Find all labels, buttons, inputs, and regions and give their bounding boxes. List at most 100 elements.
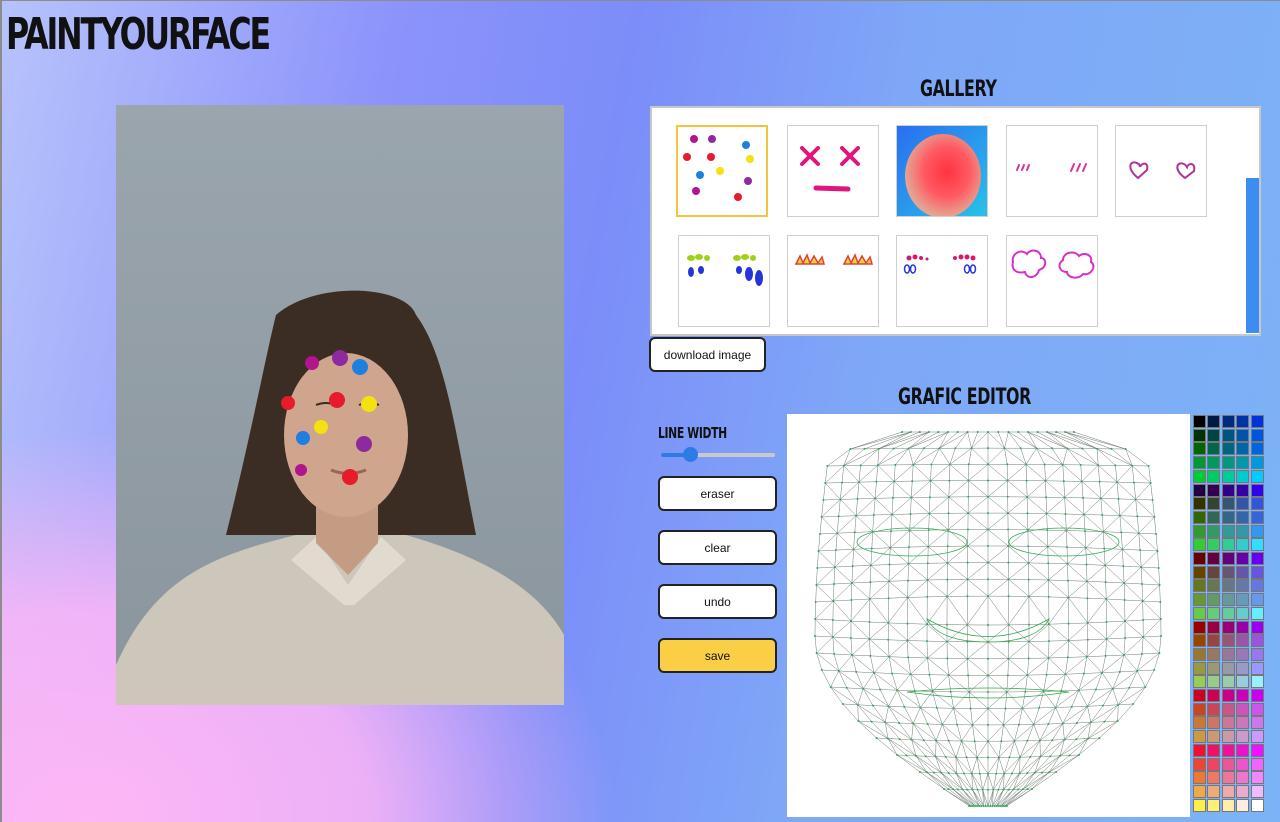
- gallery-item-clouds[interactable]: [1006, 235, 1098, 327]
- color-swatch[interactable]: [1236, 538, 1250, 552]
- color-swatch[interactable]: [1221, 428, 1235, 442]
- color-swatch[interactable]: [1193, 593, 1206, 607]
- color-swatch[interactable]: [1207, 798, 1221, 812]
- color-swatch[interactable]: [1236, 415, 1250, 428]
- color-swatch[interactable]: [1221, 647, 1235, 661]
- download-image-button[interactable]: download image: [649, 337, 766, 372]
- color-swatch[interactable]: [1236, 730, 1250, 744]
- color-swatch[interactable]: [1207, 510, 1221, 524]
- line-width-slider-handle[interactable]: [682, 447, 698, 462]
- color-swatch[interactable]: [1236, 510, 1250, 524]
- color-swatch[interactable]: [1193, 552, 1206, 565]
- color-swatch[interactable]: [1236, 428, 1250, 442]
- gallery-item-flames[interactable]: [787, 235, 879, 327]
- color-swatch[interactable]: [1236, 675, 1250, 689]
- color-swatch[interactable]: [1221, 510, 1235, 524]
- color-swatch[interactable]: [1221, 497, 1235, 511]
- color-swatch[interactable]: [1193, 647, 1206, 661]
- color-swatch[interactable]: [1236, 593, 1250, 607]
- color-swatch[interactable]: [1193, 456, 1206, 470]
- color-swatch[interactable]: [1250, 647, 1264, 661]
- gallery-item-hearts[interactable]: [1115, 125, 1207, 217]
- color-swatch[interactable]: [1221, 483, 1235, 497]
- color-swatch[interactable]: [1193, 620, 1206, 634]
- color-swatch[interactable]: [1236, 524, 1250, 538]
- color-swatch[interactable]: [1221, 730, 1235, 744]
- color-swatch[interactable]: [1207, 730, 1221, 744]
- color-swatch[interactable]: [1250, 730, 1264, 744]
- clear-button[interactable]: clear: [658, 530, 777, 565]
- color-swatch[interactable]: [1207, 538, 1221, 552]
- color-swatch[interactable]: [1221, 634, 1235, 648]
- color-swatch[interactable]: [1207, 593, 1221, 607]
- color-swatch[interactable]: [1236, 497, 1250, 511]
- color-swatch[interactable]: [1250, 552, 1264, 565]
- color-swatch[interactable]: [1221, 743, 1235, 757]
- color-swatch[interactable]: [1250, 634, 1264, 648]
- gallery-item-drops[interactable]: [896, 235, 988, 327]
- color-swatch[interactable]: [1193, 757, 1206, 771]
- color-swatch[interactable]: [1207, 428, 1221, 442]
- color-swatch[interactable]: [1236, 757, 1250, 771]
- gallery-item-cheek-lines[interactable]: [1006, 125, 1098, 217]
- color-swatch[interactable]: [1207, 469, 1221, 483]
- gallery-item-flowers[interactable]: [676, 125, 768, 217]
- color-swatch[interactable]: [1250, 565, 1264, 579]
- color-swatch[interactable]: [1250, 456, 1264, 470]
- color-swatch[interactable]: [1236, 552, 1250, 565]
- color-swatch[interactable]: [1193, 716, 1206, 730]
- color-swatch[interactable]: [1193, 730, 1206, 744]
- color-swatch[interactable]: [1207, 647, 1221, 661]
- color-swatch[interactable]: [1250, 689, 1264, 702]
- color-swatch[interactable]: [1221, 798, 1235, 812]
- color-swatch[interactable]: [1207, 442, 1221, 456]
- color-swatch[interactable]: [1207, 771, 1221, 785]
- color-swatch[interactable]: [1221, 716, 1235, 730]
- color-swatch[interactable]: [1236, 483, 1250, 497]
- color-swatch[interactable]: [1236, 565, 1250, 579]
- color-swatch[interactable]: [1193, 689, 1206, 702]
- color-swatch[interactable]: [1207, 579, 1221, 593]
- color-swatch[interactable]: [1221, 689, 1235, 702]
- color-swatch[interactable]: [1193, 497, 1206, 511]
- color-swatch[interactable]: [1221, 784, 1235, 798]
- color-swatch[interactable]: [1236, 702, 1250, 716]
- color-swatch[interactable]: [1221, 606, 1235, 620]
- color-swatch[interactable]: [1193, 524, 1206, 538]
- color-swatch[interactable]: [1236, 606, 1250, 620]
- color-swatch[interactable]: [1221, 469, 1235, 483]
- save-button[interactable]: save: [658, 638, 777, 673]
- color-swatch[interactable]: [1250, 415, 1264, 428]
- color-swatch[interactable]: [1193, 565, 1206, 579]
- color-swatch[interactable]: [1207, 689, 1221, 702]
- color-swatch[interactable]: [1236, 647, 1250, 661]
- color-swatch[interactable]: [1221, 757, 1235, 771]
- color-swatch[interactable]: [1250, 483, 1264, 497]
- gallery-item-blush-gradient[interactable]: [896, 125, 988, 217]
- color-swatch[interactable]: [1236, 456, 1250, 470]
- color-swatch[interactable]: [1207, 702, 1221, 716]
- color-swatch[interactable]: [1250, 469, 1264, 483]
- color-swatch[interactable]: [1250, 702, 1264, 716]
- color-swatch[interactable]: [1193, 798, 1206, 812]
- color-swatch[interactable]: [1236, 716, 1250, 730]
- color-swatch[interactable]: [1193, 510, 1206, 524]
- color-swatch[interactable]: [1250, 757, 1264, 771]
- undo-button[interactable]: undo: [658, 584, 777, 619]
- color-swatch[interactable]: [1207, 483, 1221, 497]
- color-swatch[interactable]: [1236, 689, 1250, 702]
- color-swatch[interactable]: [1221, 456, 1235, 470]
- color-swatch[interactable]: [1193, 743, 1206, 757]
- color-swatch[interactable]: [1207, 716, 1221, 730]
- color-swatch[interactable]: [1207, 524, 1221, 538]
- color-swatch[interactable]: [1193, 675, 1206, 689]
- color-swatch[interactable]: [1221, 415, 1235, 428]
- color-swatch[interactable]: [1207, 743, 1221, 757]
- color-swatch[interactable]: [1193, 442, 1206, 456]
- color-swatch[interactable]: [1250, 497, 1264, 511]
- color-swatch[interactable]: [1250, 524, 1264, 538]
- color-swatch[interactable]: [1221, 620, 1235, 634]
- color-swatch[interactable]: [1207, 661, 1221, 675]
- color-swatch[interactable]: [1250, 771, 1264, 785]
- color-swatch[interactable]: [1236, 743, 1250, 757]
